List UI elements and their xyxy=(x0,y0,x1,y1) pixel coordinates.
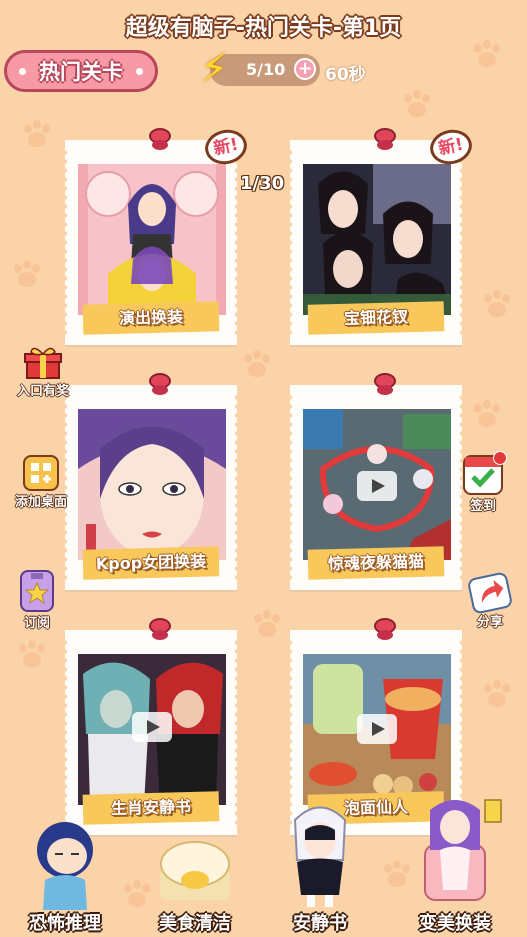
level-card-hide-and-seek[interactable]: 惊魂夜躲猫猫 xyxy=(287,373,465,590)
entry-reward-button[interactable]: 入口有奖 xyxy=(10,346,76,399)
beauty-character-icon xyxy=(424,799,502,901)
paw-icon xyxy=(10,260,44,290)
add-energy-button[interactable]: + xyxy=(294,58,316,80)
page-indicator: 1/30 xyxy=(240,173,285,194)
pushpin-icon xyxy=(149,373,171,399)
level-thumbnail xyxy=(78,409,226,560)
dock-horror-reasoning[interactable]: 恐怖推理 xyxy=(15,810,115,935)
share-arrow-icon xyxy=(466,571,514,615)
pushpin-icon xyxy=(374,128,396,154)
level-title: Kpop女团换装 xyxy=(82,546,220,580)
dock-beauty-dressup[interactable]: 变美换装 xyxy=(405,795,505,935)
paw-icon xyxy=(250,610,284,640)
video-play-icon xyxy=(357,471,397,501)
sign-in-button[interactable]: 签到 xyxy=(458,451,508,514)
pushpin-icon xyxy=(374,373,396,399)
dock-label: 变美换装 xyxy=(419,913,491,934)
dock-label: 美食清洁 xyxy=(159,913,231,934)
share-label: 分享 xyxy=(476,615,503,630)
paw-icon xyxy=(480,290,514,320)
energy-meter: ⚡ 5/10 + xyxy=(200,46,320,92)
level-thumbnail xyxy=(303,164,451,315)
paw-icon xyxy=(20,120,54,150)
energy-count: 5/10 xyxy=(246,60,286,79)
dock-label: 安静书 xyxy=(293,913,347,934)
level-title: 演出换装 xyxy=(82,301,220,335)
entry-reward-label: 入口有奖 xyxy=(16,384,69,399)
add-to-desktop-icon xyxy=(23,455,59,491)
gift-icon xyxy=(23,346,63,380)
paw-icon xyxy=(15,640,49,670)
subscribe-button[interactable]: 订阅 xyxy=(12,570,62,631)
food-plate-icon xyxy=(160,841,230,900)
video-play-icon xyxy=(357,714,397,744)
pushpin-icon xyxy=(374,618,396,644)
pushpin-icon xyxy=(149,128,171,154)
level-card-hairpin[interactable]: 新! 宝钿花钗 xyxy=(287,126,476,345)
subscribe-label: 订阅 xyxy=(23,616,50,631)
add-desktop-label: 添加桌面 xyxy=(14,495,67,510)
level-title: 惊魂夜躲猫猫 xyxy=(307,546,445,580)
sign-in-label: 签到 xyxy=(469,499,496,514)
video-play-icon xyxy=(132,712,172,742)
level-thumbnail xyxy=(78,164,226,315)
paw-icon xyxy=(480,680,514,710)
level-title: 宝钿花钗 xyxy=(307,301,445,335)
share-button[interactable]: 分享 xyxy=(465,571,515,630)
paw-icon xyxy=(470,400,504,430)
dock-quiet-book[interactable]: 安静书 xyxy=(275,800,365,935)
paw-icon xyxy=(400,90,434,120)
calendar-check-icon xyxy=(463,451,507,495)
level-card-kpop-dressup[interactable]: Kpop女团换装 xyxy=(62,373,240,590)
level-thumbnail xyxy=(303,409,451,560)
pushpin-icon xyxy=(149,618,171,644)
page-title: 超级有脑子-热门关卡-第1页 xyxy=(125,16,402,41)
paw-icon xyxy=(240,350,274,380)
dock-label: 恐怖推理 xyxy=(29,913,101,934)
star-clipboard-icon xyxy=(20,570,54,612)
hot-levels-tab[interactable]: 热门关卡 xyxy=(4,50,158,92)
dock-food-cleaning[interactable]: 美食清洁 xyxy=(145,830,245,935)
paw-icon xyxy=(470,40,504,70)
add-desktop-button[interactable]: 添加桌面 xyxy=(8,455,74,510)
decor-dot xyxy=(19,68,26,75)
level-thumbnail xyxy=(303,654,451,805)
lightning-icon: ⚡ xyxy=(200,46,229,92)
level-card-zodiac-quiet-book[interactable]: 生肖安静书 xyxy=(62,618,240,835)
horror-character-icon xyxy=(37,822,93,910)
notification-dot xyxy=(493,451,507,465)
hot-levels-label: 热门关卡 xyxy=(39,60,123,84)
level-thumbnail xyxy=(78,654,226,805)
level-card-performance-dressup[interactable]: 新! 演出换装 xyxy=(62,126,251,345)
quiet-book-character-icon xyxy=(293,806,347,907)
energy-timer: 60秒 xyxy=(325,65,366,85)
decor-dot xyxy=(136,68,143,75)
